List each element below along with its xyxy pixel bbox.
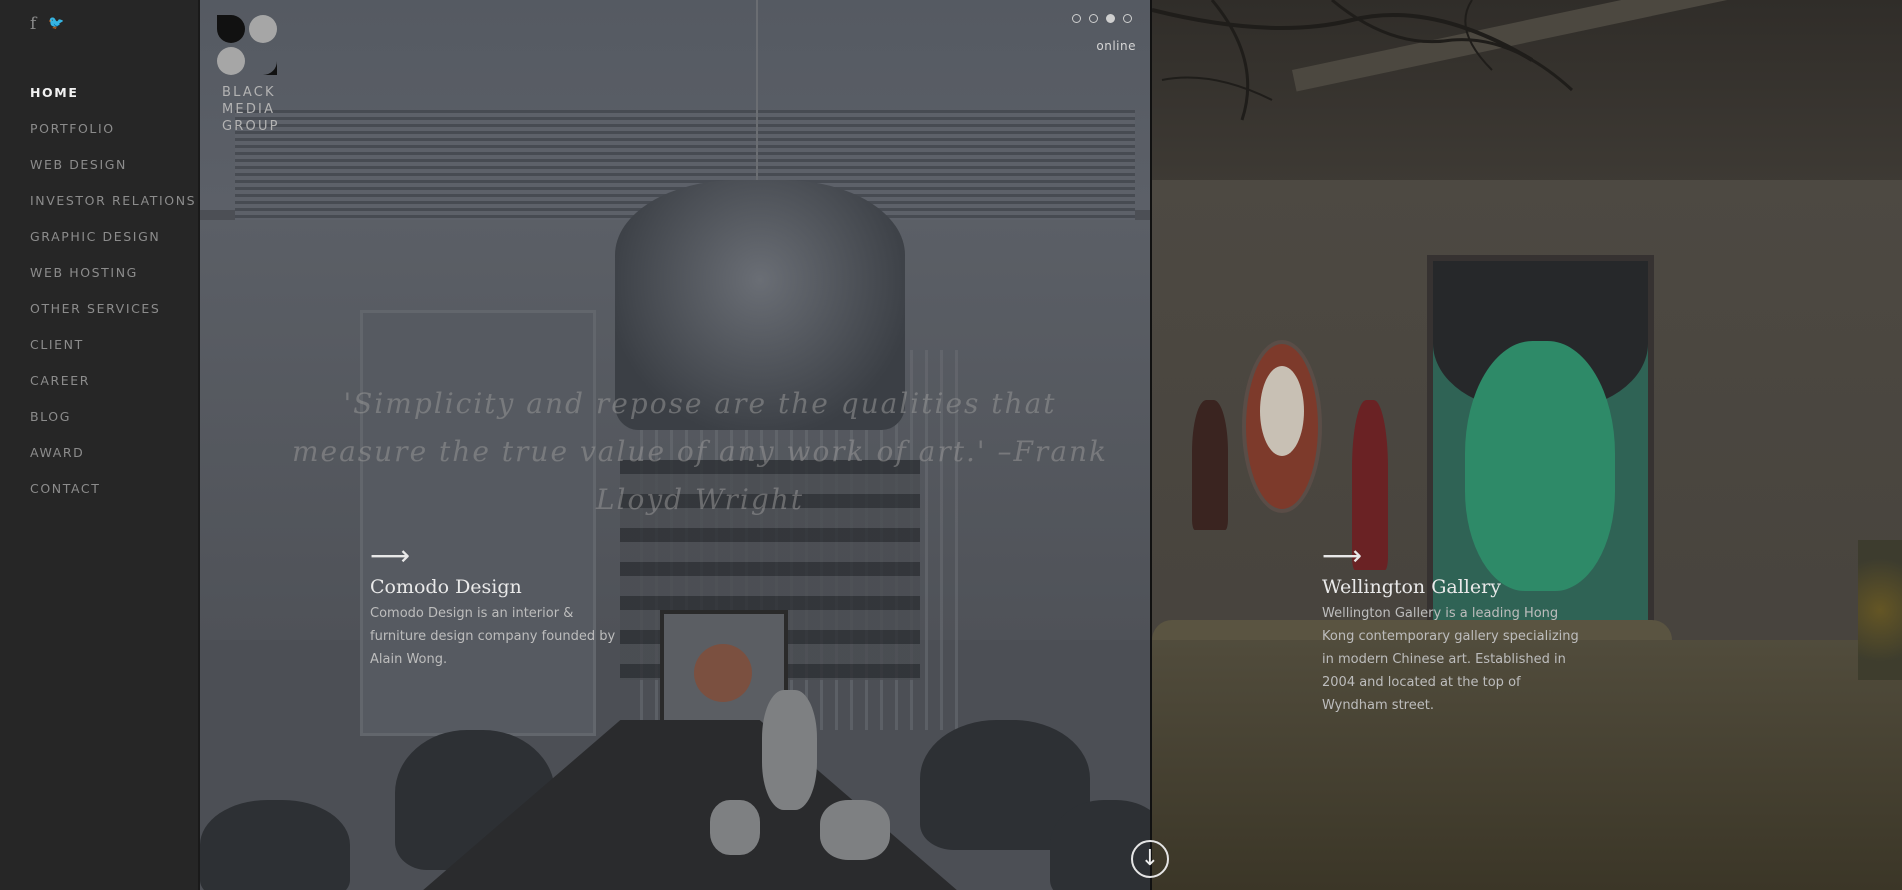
logo-text: BLACK MEDIA GROUP xyxy=(222,85,280,134)
sidebar: f 🐦 HOME PORTFOLIO WEB DESIGN INVESTOR R… xyxy=(0,0,200,890)
nav-item-graphic-design[interactable]: GRAPHIC DESIGN xyxy=(30,228,196,264)
nav-item-blog[interactable]: BLOG xyxy=(30,408,196,444)
arrow-down-icon: ↓ xyxy=(1140,846,1160,871)
quote-text: 'Simplicity and repose are the qualities… xyxy=(291,387,1109,516)
facebook-icon[interactable]: f xyxy=(30,14,36,34)
nav-item-career[interactable]: CAREER xyxy=(30,372,196,408)
slider-dot[interactable] xyxy=(1072,14,1081,23)
tree-branches-image xyxy=(1152,0,1574,121)
arrow-right-icon[interactable]: ⟶ xyxy=(1322,542,1582,570)
project-title[interactable]: Comodo Design xyxy=(370,576,630,598)
arrow-right-icon[interactable]: ⟶ xyxy=(370,542,630,570)
slider-pagination xyxy=(1072,14,1132,23)
slider-dot-active[interactable] xyxy=(1106,14,1115,23)
project-title[interactable]: Wellington Gallery xyxy=(1322,576,1582,598)
twitter-icon[interactable]: 🐦 xyxy=(48,14,64,34)
nav-item-investor-relations[interactable]: INVESTOR RELATIONS xyxy=(30,192,196,228)
project-panel-comodo[interactable]: 'Simplicity and repose are the qualities… xyxy=(200,0,1150,890)
project-description: Comodo Design is an interior & furniture… xyxy=(370,606,616,667)
scroll-down-button[interactable]: ↓ xyxy=(1131,840,1169,878)
nav-item-web-hosting[interactable]: WEB HOSTING xyxy=(30,264,196,300)
nav-item-other-services[interactable]: OTHER SERVICES xyxy=(30,300,196,336)
main-nav: HOME PORTFOLIO WEB DESIGN INVESTOR RELAT… xyxy=(30,84,196,516)
project-info-wellington: ⟶ Wellington Gallery Wellington Gallery … xyxy=(1322,542,1582,717)
nav-item-client[interactable]: CLIENT xyxy=(30,336,196,372)
nav-item-contact[interactable]: CONTACT xyxy=(30,480,196,516)
project-info-comodo: ⟶ Comodo Design Comodo Design is an inte… xyxy=(370,542,630,671)
social-links: f 🐦 xyxy=(30,14,64,34)
project-panel-wellington[interactable]: ⟶ Wellington Gallery Wellington Gallery … xyxy=(1152,0,1902,890)
nav-item-portfolio[interactable]: PORTFOLIO xyxy=(30,120,196,156)
logo-mark-icon xyxy=(217,15,277,75)
slider-dot[interactable] xyxy=(1089,14,1098,23)
logo[interactable]: BLACK MEDIA GROUP xyxy=(216,14,286,135)
nav-item-web-design[interactable]: WEB DESIGN xyxy=(30,156,196,192)
online-status: online xyxy=(1096,39,1136,53)
slider-dot[interactable] xyxy=(1123,14,1132,23)
nav-item-home[interactable]: HOME xyxy=(30,84,196,120)
nav-item-award[interactable]: AWARD xyxy=(30,444,196,480)
oval-portrait-artwork xyxy=(1242,340,1322,513)
project-description: Wellington Gallery is a leading Hong Kon… xyxy=(1322,606,1579,713)
